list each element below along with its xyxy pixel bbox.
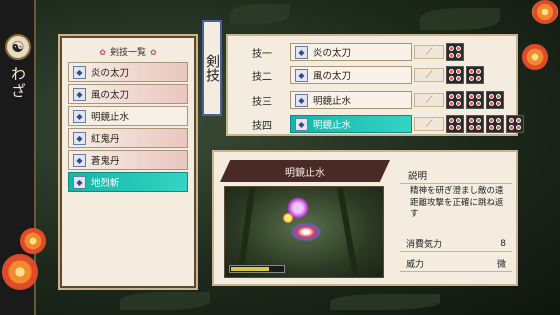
skill-detail-name: 明鏡止水 — [220, 160, 390, 182]
skill-slot-row-selected[interactable]: 技四 ◆ 明鏡止水 ⟋ — [252, 115, 524, 133]
skill-list-item-label: 炎の太刀 — [91, 68, 130, 79]
leaf-decoration — [120, 292, 210, 310]
preview-health-bar — [229, 265, 285, 273]
slot-label: 技二 — [252, 71, 272, 83]
skill-list-item[interactable]: ◆ 炎の太刀 — [68, 62, 188, 82]
command-dot-icon — [446, 91, 464, 109]
spark-effect — [283, 213, 293, 223]
slot-skill-box[interactable]: ◆ 明鏡止水 — [290, 115, 412, 133]
skill-diamond-icon: ◆ — [73, 175, 86, 189]
sword-icon: ⟋ — [414, 93, 444, 107]
stat-row-cost: 消費気力 8 — [400, 236, 512, 252]
skill-list-item-label: 風の太刀 — [91, 90, 130, 101]
command-dot-icon — [486, 91, 504, 109]
skill-list-item-label: 明鏡止水 — [91, 112, 130, 123]
description-heading: 説明 — [408, 171, 428, 182]
command-dot-icon — [466, 66, 484, 84]
skill-list-item-label: 地烈斬 — [91, 178, 120, 189]
skill-slot-row[interactable]: 技三 ◆ 明鏡止水 ⟋ — [252, 91, 504, 109]
skill-list-item-label: 紅鬼丹 — [91, 134, 120, 145]
skill-slot-row[interactable]: 技二 ◆ 風の太刀 ⟋ — [252, 66, 484, 84]
skill-diamond-icon: ◆ — [295, 93, 308, 107]
chrysanthemum-decoration — [20, 228, 46, 254]
skill-list-item[interactable]: ◆ 明鏡止水 — [68, 106, 188, 126]
command-dot-icon — [466, 91, 484, 109]
skill-list-title: 剣技一覧 — [60, 45, 196, 58]
slot-skill-name: 明鏡止水 — [313, 120, 352, 131]
skill-list-item[interactable]: ◆ 蒼鬼丹 — [68, 150, 188, 170]
skill-diamond-icon: ◆ — [73, 109, 86, 123]
skill-list-item[interactable]: ◆ 紅鬼丹 — [68, 128, 188, 148]
menu-title: わざ — [9, 66, 27, 100]
stat-label: 消費気力 — [406, 240, 443, 250]
category-label-box: 剣技 — [202, 20, 222, 116]
stat-value: 8 — [500, 238, 506, 249]
skill-diamond-icon: ◆ — [73, 65, 86, 79]
stat-label: 威力 — [406, 260, 425, 270]
slot-skill-box[interactable]: ◆ 風の太刀 — [290, 66, 412, 84]
sword-icon: ⟋ — [414, 117, 444, 131]
command-dot-icon — [446, 43, 464, 61]
command-input-dots — [446, 115, 524, 133]
command-dot-icon — [486, 115, 504, 133]
skill-diamond-icon: ◆ — [295, 68, 308, 82]
command-dot-icon — [446, 115, 464, 133]
command-input-dots — [446, 66, 484, 84]
skill-diamond-icon: ◆ — [73, 87, 86, 101]
slot-skill-box[interactable]: ◆ 炎の太刀 — [290, 43, 412, 61]
leaf-decoration — [230, 4, 290, 24]
stat-value: 微 — [496, 260, 506, 270]
stat-row-power: 威力 微 — [400, 256, 512, 272]
slot-skill-name: 風の太刀 — [313, 71, 352, 82]
sword-icon: ⟋ — [414, 68, 444, 82]
command-dot-icon — [506, 115, 524, 133]
category-label: 剣技 — [204, 54, 220, 82]
skill-description: 精神を研ぎ澄まし敵の遠距離攻撃を正確に跳ね返す — [410, 186, 504, 219]
skill-list-item-label: 蒼鬼丹 — [91, 156, 120, 167]
slot-label: 技四 — [252, 120, 272, 132]
yin-yang-icon: ☯ — [5, 34, 31, 60]
slot-label: 技三 — [252, 96, 272, 108]
character-sprite — [291, 223, 321, 241]
skill-diamond-icon: ◆ — [73, 131, 86, 145]
chrysanthemum-decoration — [522, 44, 548, 70]
slot-skill-box[interactable]: ◆ 明鏡止水 — [290, 91, 412, 109]
leaf-decoration — [330, 294, 440, 310]
skill-diamond-icon: ◆ — [295, 117, 308, 131]
skill-slot-row[interactable]: 技一 ◆ 炎の太刀 ⟋ — [252, 43, 464, 61]
chrysanthemum-decoration — [2, 254, 38, 290]
command-dot-icon — [466, 115, 484, 133]
chrysanthemum-decoration — [532, 0, 558, 24]
skill-preview-video — [224, 186, 384, 278]
divider — [400, 183, 512, 184]
tree-trunk — [337, 187, 359, 277]
command-input-dots — [446, 43, 464, 61]
skill-list-item-selected[interactable]: ◆ 地烈斬 — [68, 172, 188, 192]
skill-diamond-icon: ◆ — [295, 45, 308, 59]
command-dot-icon — [446, 66, 464, 84]
slot-skill-name: 明鏡止水 — [313, 96, 352, 107]
leaf-decoration — [420, 8, 500, 30]
sword-icon: ⟋ — [414, 45, 444, 59]
skill-list-item[interactable]: ◆ 風の太刀 — [68, 84, 188, 104]
skill-diamond-icon: ◆ — [73, 153, 86, 167]
command-input-dots — [446, 91, 504, 109]
slot-label: 技一 — [252, 48, 272, 60]
slot-skill-name: 炎の太刀 — [313, 48, 352, 59]
